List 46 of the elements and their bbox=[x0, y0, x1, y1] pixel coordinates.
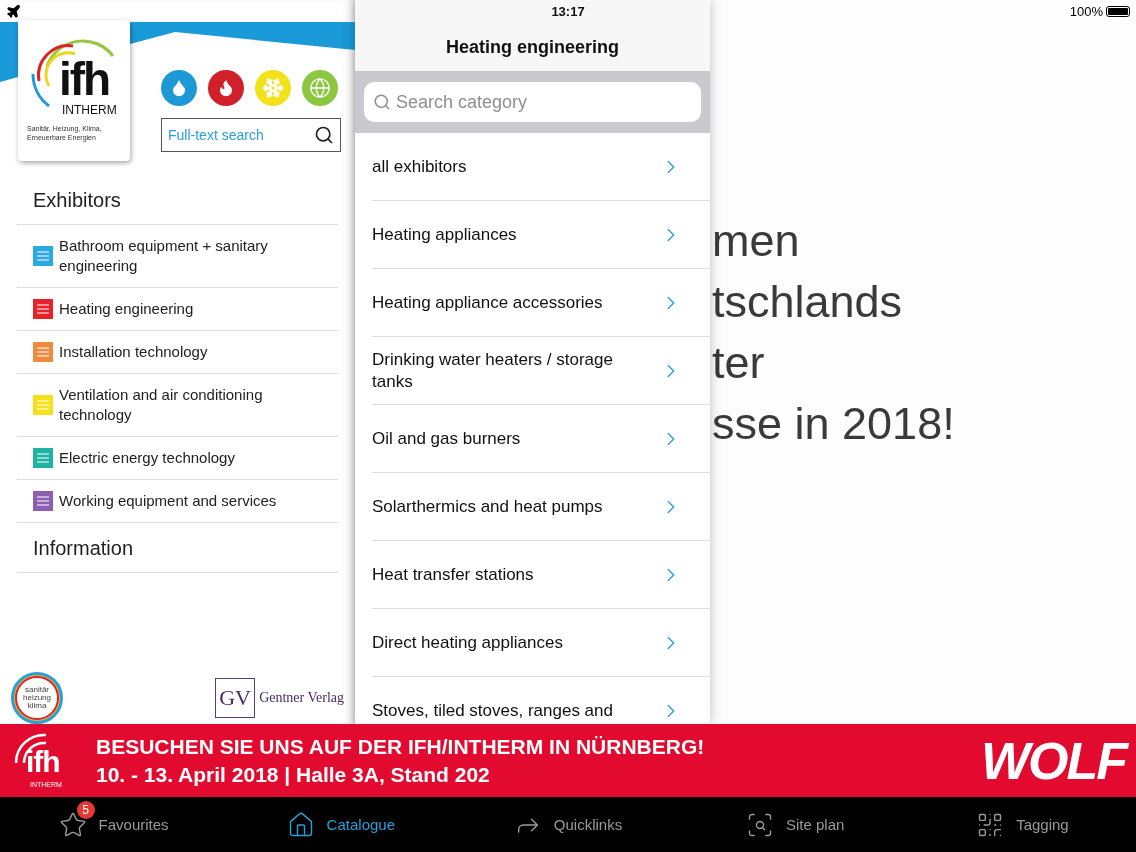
category-item[interactable]: Electric energy technology bbox=[17, 437, 338, 480]
banner-text: BESUCHEN SIE UNS AUF DER IFH/INTHERM IN NÜRNBERG! bbox=[96, 733, 706, 760]
tab[interactable]: 5 Favourites bbox=[0, 797, 228, 852]
status-time: 13:17 bbox=[551, 3, 585, 19]
welcome-text: sse in 2018! bbox=[712, 397, 956, 451]
publisher-name: Gentner Verlag bbox=[259, 690, 344, 706]
category-filter-button[interactable] bbox=[208, 70, 244, 106]
category-item[interactable]: Installation technology bbox=[17, 331, 338, 374]
tab-label: Site plan bbox=[786, 816, 845, 833]
snowflake-icon bbox=[262, 77, 284, 99]
battery-percent: 100% bbox=[1069, 3, 1103, 19]
publisher-mark: GV bbox=[215, 678, 256, 718]
tab-label: Favourites bbox=[98, 816, 169, 833]
category-item[interactable]: Working equipment and services bbox=[17, 480, 338, 523]
tab[interactable]: Quicklinks bbox=[454, 797, 682, 852]
section-title[interactable]: Information bbox=[17, 523, 338, 573]
category-search-field[interactable]: Search category bbox=[364, 82, 701, 122]
tab-label: Catalogue bbox=[326, 816, 395, 833]
section-title[interactable]: Exhibitors bbox=[17, 175, 338, 225]
search-icon bbox=[373, 93, 391, 111]
tab-label: Quicklinks bbox=[553, 816, 623, 833]
banner-text: 10. - 13. April 2018 | Halle 3A, Stand 202 bbox=[96, 761, 491, 788]
count-badge: 5 bbox=[76, 800, 95, 819]
panel-title: Heating engineering bbox=[446, 37, 619, 58]
category-item[interactable]: Bathroom equipment + sanitary engineering bbox=[17, 225, 338, 288]
tab[interactable]: Site plan bbox=[681, 797, 909, 852]
welcome-text: ter bbox=[712, 336, 766, 390]
category-item[interactable]: Heating engineering bbox=[17, 288, 338, 331]
association-badge: sanitär heizung klima bbox=[11, 672, 63, 724]
flame-icon bbox=[217, 79, 235, 97]
welcome-text: men bbox=[712, 214, 801, 268]
tab[interactable]: Tagging bbox=[908, 797, 1136, 852]
logo-name: ifh bbox=[59, 56, 110, 102]
banner-logo-name: ifh bbox=[26, 746, 60, 777]
tab[interactable]: Catalogue bbox=[227, 797, 455, 852]
airplane-mode-icon bbox=[6, 3, 21, 19]
search-icon bbox=[314, 125, 334, 145]
tab-label: Tagging bbox=[1016, 816, 1069, 833]
welcome-text: tschlands bbox=[712, 275, 904, 329]
category-filter-button[interactable] bbox=[161, 70, 197, 106]
logo-subname: INTHERM bbox=[62, 103, 117, 117]
search-field[interactable]: Full-text search bbox=[161, 118, 341, 152]
globe-icon bbox=[309, 77, 331, 99]
droplet-icon bbox=[170, 79, 188, 97]
category-item[interactable]: Ventilation and air conditioning technology bbox=[17, 374, 338, 437]
header-stripe bbox=[0, 22, 18, 82]
